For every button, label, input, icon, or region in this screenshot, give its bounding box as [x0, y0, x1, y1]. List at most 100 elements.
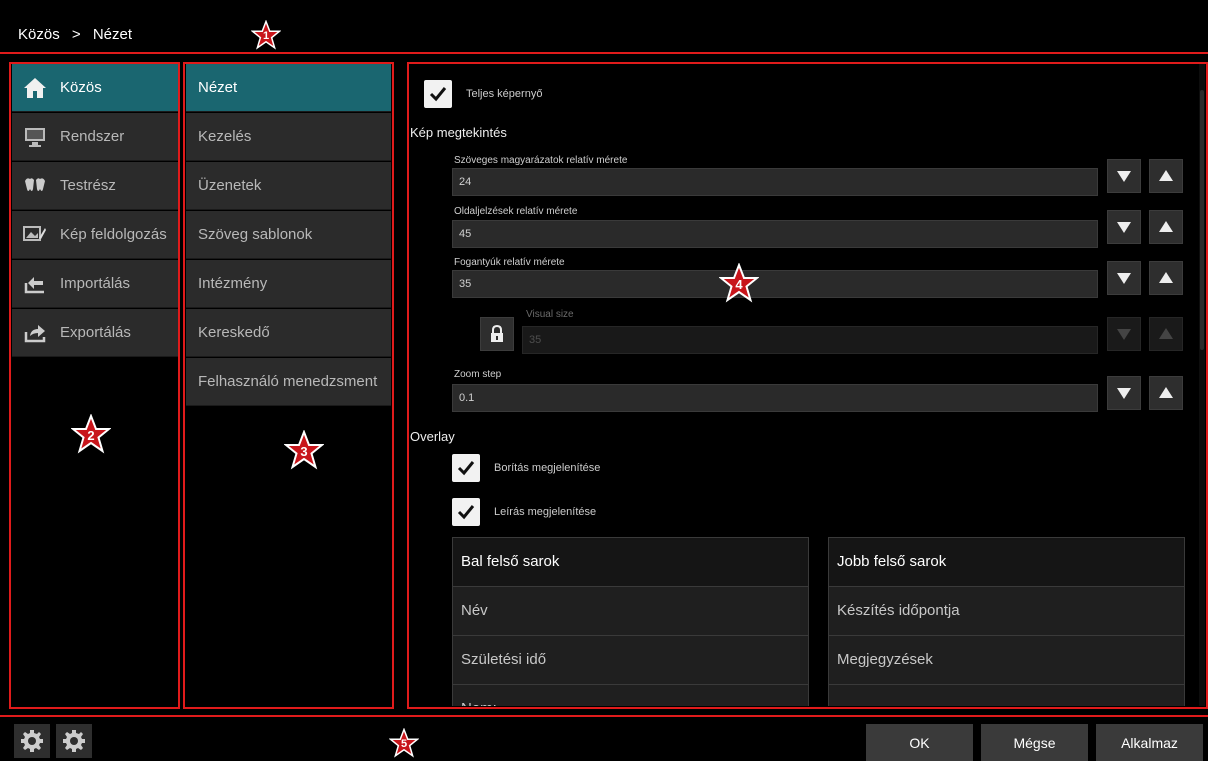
monitor-icon	[22, 126, 48, 148]
breadcrumb-current: Nézet	[92, 26, 132, 43]
fullscreen-option[interactable]: Teljes képernyő	[424, 80, 542, 108]
show-cover-option[interactable]: Borítás megjelenítése	[452, 454, 600, 482]
checkmark-icon	[457, 505, 475, 520]
subnav-item-intezmeny[interactable]: Intézmény	[186, 260, 391, 308]
visual-size-decrement	[1107, 317, 1141, 351]
annotation-number: 3	[300, 444, 308, 459]
list-item[interactable]: Készítés időpontja	[829, 587, 1184, 636]
field-label-side-marker-size: Oldaljelzések relatív mérete	[454, 206, 578, 217]
annotation-star-2: 2	[71, 414, 111, 454]
handle-size-increment[interactable]	[1149, 261, 1183, 295]
gear-icon	[21, 730, 43, 752]
show-description-checkbox[interactable]	[452, 498, 480, 526]
top-right-corner-list: Jobb felső sarok Készítés időpontja Megj…	[828, 537, 1185, 706]
sidebar-item-exportalas[interactable]: Exportálás	[12, 309, 178, 357]
triangle-up-icon	[1159, 221, 1173, 232]
triangle-down-icon	[1117, 388, 1131, 399]
breadcrumb-separator: >	[71, 26, 81, 43]
subcategory-list: Nézet Kezelés Üzenetek Szöveg sablonok I…	[186, 64, 391, 407]
annotation-number: 4	[735, 277, 743, 292]
annotation-size-decrement[interactable]	[1107, 159, 1141, 193]
lock-icon	[491, 325, 503, 342]
triangle-down-icon	[1117, 273, 1131, 284]
triangle-down-icon	[1117, 171, 1131, 182]
fullscreen-label: Teljes képernyő	[466, 88, 543, 100]
field-label-zoom-step: Zoom step	[454, 369, 502, 380]
annotation-star-4: 4	[719, 263, 759, 303]
annotation-star-3: 3	[284, 430, 324, 470]
annotation-size-input[interactable]: 24	[452, 168, 1098, 196]
field-label-handle-size: Fogantyúk relatív mérete	[454, 257, 565, 268]
subnav-item-szoveg-sablonok[interactable]: Szöveg sablonok	[186, 211, 391, 259]
side-marker-size-decrement[interactable]	[1107, 210, 1141, 244]
sidebar-item-label: Közös	[60, 79, 102, 96]
ok-button[interactable]: OK	[866, 724, 973, 761]
triangle-up-icon	[1159, 272, 1173, 283]
gear-icon	[63, 730, 85, 752]
teeth-icon	[22, 175, 48, 197]
subnav-item-uzenetek[interactable]: Üzenetek	[186, 162, 391, 210]
subnav-item-nezet[interactable]: Nézet	[186, 64, 391, 112]
fullscreen-checkbox[interactable]	[424, 80, 452, 108]
sidebar-item-label: Importálás	[60, 275, 131, 292]
sidebar-item-label: Exportálás	[60, 324, 131, 341]
list-item[interactable]: Nem:	[453, 685, 808, 706]
sidebar-item-rendszer[interactable]: Rendszer	[12, 113, 178, 161]
sidebar-item-kozos[interactable]: Közös	[12, 64, 178, 112]
header-bar: Közös > Nézet	[0, 0, 1208, 54]
side-marker-size-increment[interactable]	[1149, 210, 1183, 244]
list-item[interactable]: Megjegyzések	[829, 636, 1184, 685]
image-edit-icon	[22, 224, 48, 246]
show-description-option[interactable]: Leírás megjelenítése	[452, 498, 596, 526]
zoom-step-decrement[interactable]	[1107, 376, 1141, 410]
apply-button[interactable]: Alkalmaz	[1096, 724, 1203, 761]
annotation-size-increment[interactable]	[1149, 159, 1183, 193]
sidebar-item-label: Kép feldolgozás	[60, 226, 167, 243]
triangle-up-icon	[1159, 170, 1173, 181]
triangle-down-icon	[1117, 329, 1131, 340]
breadcrumb-root[interactable]: Közös	[18, 26, 60, 43]
handle-size-input[interactable]: 35	[452, 270, 1098, 298]
checkmark-icon	[457, 461, 475, 476]
list-item[interactable]: Név	[453, 587, 808, 636]
sidebar-item-kep-feldolgozas[interactable]: Kép feldolgozás	[12, 211, 178, 259]
triangle-up-icon	[1159, 387, 1173, 398]
annotation-star-5: 5	[389, 728, 419, 758]
sidebar-item-label: Rendszer	[60, 128, 125, 145]
field-label-visual-size: Visual size	[526, 309, 574, 320]
annotation-number: 2	[87, 428, 95, 443]
settings-gear-button-1[interactable]	[14, 724, 50, 758]
list-item[interactable]: Születési idő	[453, 636, 808, 685]
top-left-corner-list: Bal felső sarok Név Születési idő Nem:	[452, 537, 809, 706]
subnav-item-kereskedo[interactable]: Kereskedő	[186, 309, 391, 357]
lock-toggle-button[interactable]	[480, 317, 514, 351]
export-icon	[22, 322, 48, 344]
zoom-step-input[interactable]: 0.1	[452, 384, 1098, 412]
overlay-title: Overlay	[410, 429, 455, 444]
breadcrumb: Közös > Nézet	[18, 26, 140, 43]
top-left-corner-header: Bal felső sarok	[453, 538, 808, 587]
triangle-down-icon	[1117, 222, 1131, 233]
show-cover-checkbox[interactable]	[452, 454, 480, 482]
zoom-step-increment[interactable]	[1149, 376, 1183, 410]
list-item[interactable]	[829, 685, 1184, 706]
settings-gear-button-2[interactable]	[56, 724, 92, 758]
subnav-item-felhasznalo-menedzsment[interactable]: Felhasználó menedzsment	[186, 358, 391, 406]
sidebar-item-label: Testrész	[60, 177, 116, 194]
settings-panel: Teljes képernyő Kép megtekintés Szöveges…	[410, 64, 1200, 706]
image-view-title: Kép megtekintés	[410, 125, 507, 140]
sidebar-item-testresz[interactable]: Testrész	[12, 162, 178, 210]
visual-size-input: 35	[522, 326, 1098, 354]
handle-size-decrement[interactable]	[1107, 261, 1141, 295]
cancel-button[interactable]: Mégse	[981, 724, 1088, 761]
triangle-up-icon	[1159, 328, 1173, 339]
top-right-corner-header: Jobb felső sarok	[829, 538, 1184, 587]
side-marker-size-input[interactable]: 45	[452, 220, 1098, 248]
annotation-number: 1	[262, 30, 270, 42]
field-label-annotation-size: Szöveges magyarázatok relatív mérete	[454, 155, 628, 166]
subnav-item-kezeles[interactable]: Kezelés	[186, 113, 391, 161]
sidebar-item-importalas[interactable]: Importálás	[12, 260, 178, 308]
import-icon	[22, 273, 48, 295]
scrollbar-thumb[interactable]	[1200, 90, 1204, 350]
category-sidebar: Közös Rendszer Testrész Kép feldolgozás …	[12, 64, 178, 358]
